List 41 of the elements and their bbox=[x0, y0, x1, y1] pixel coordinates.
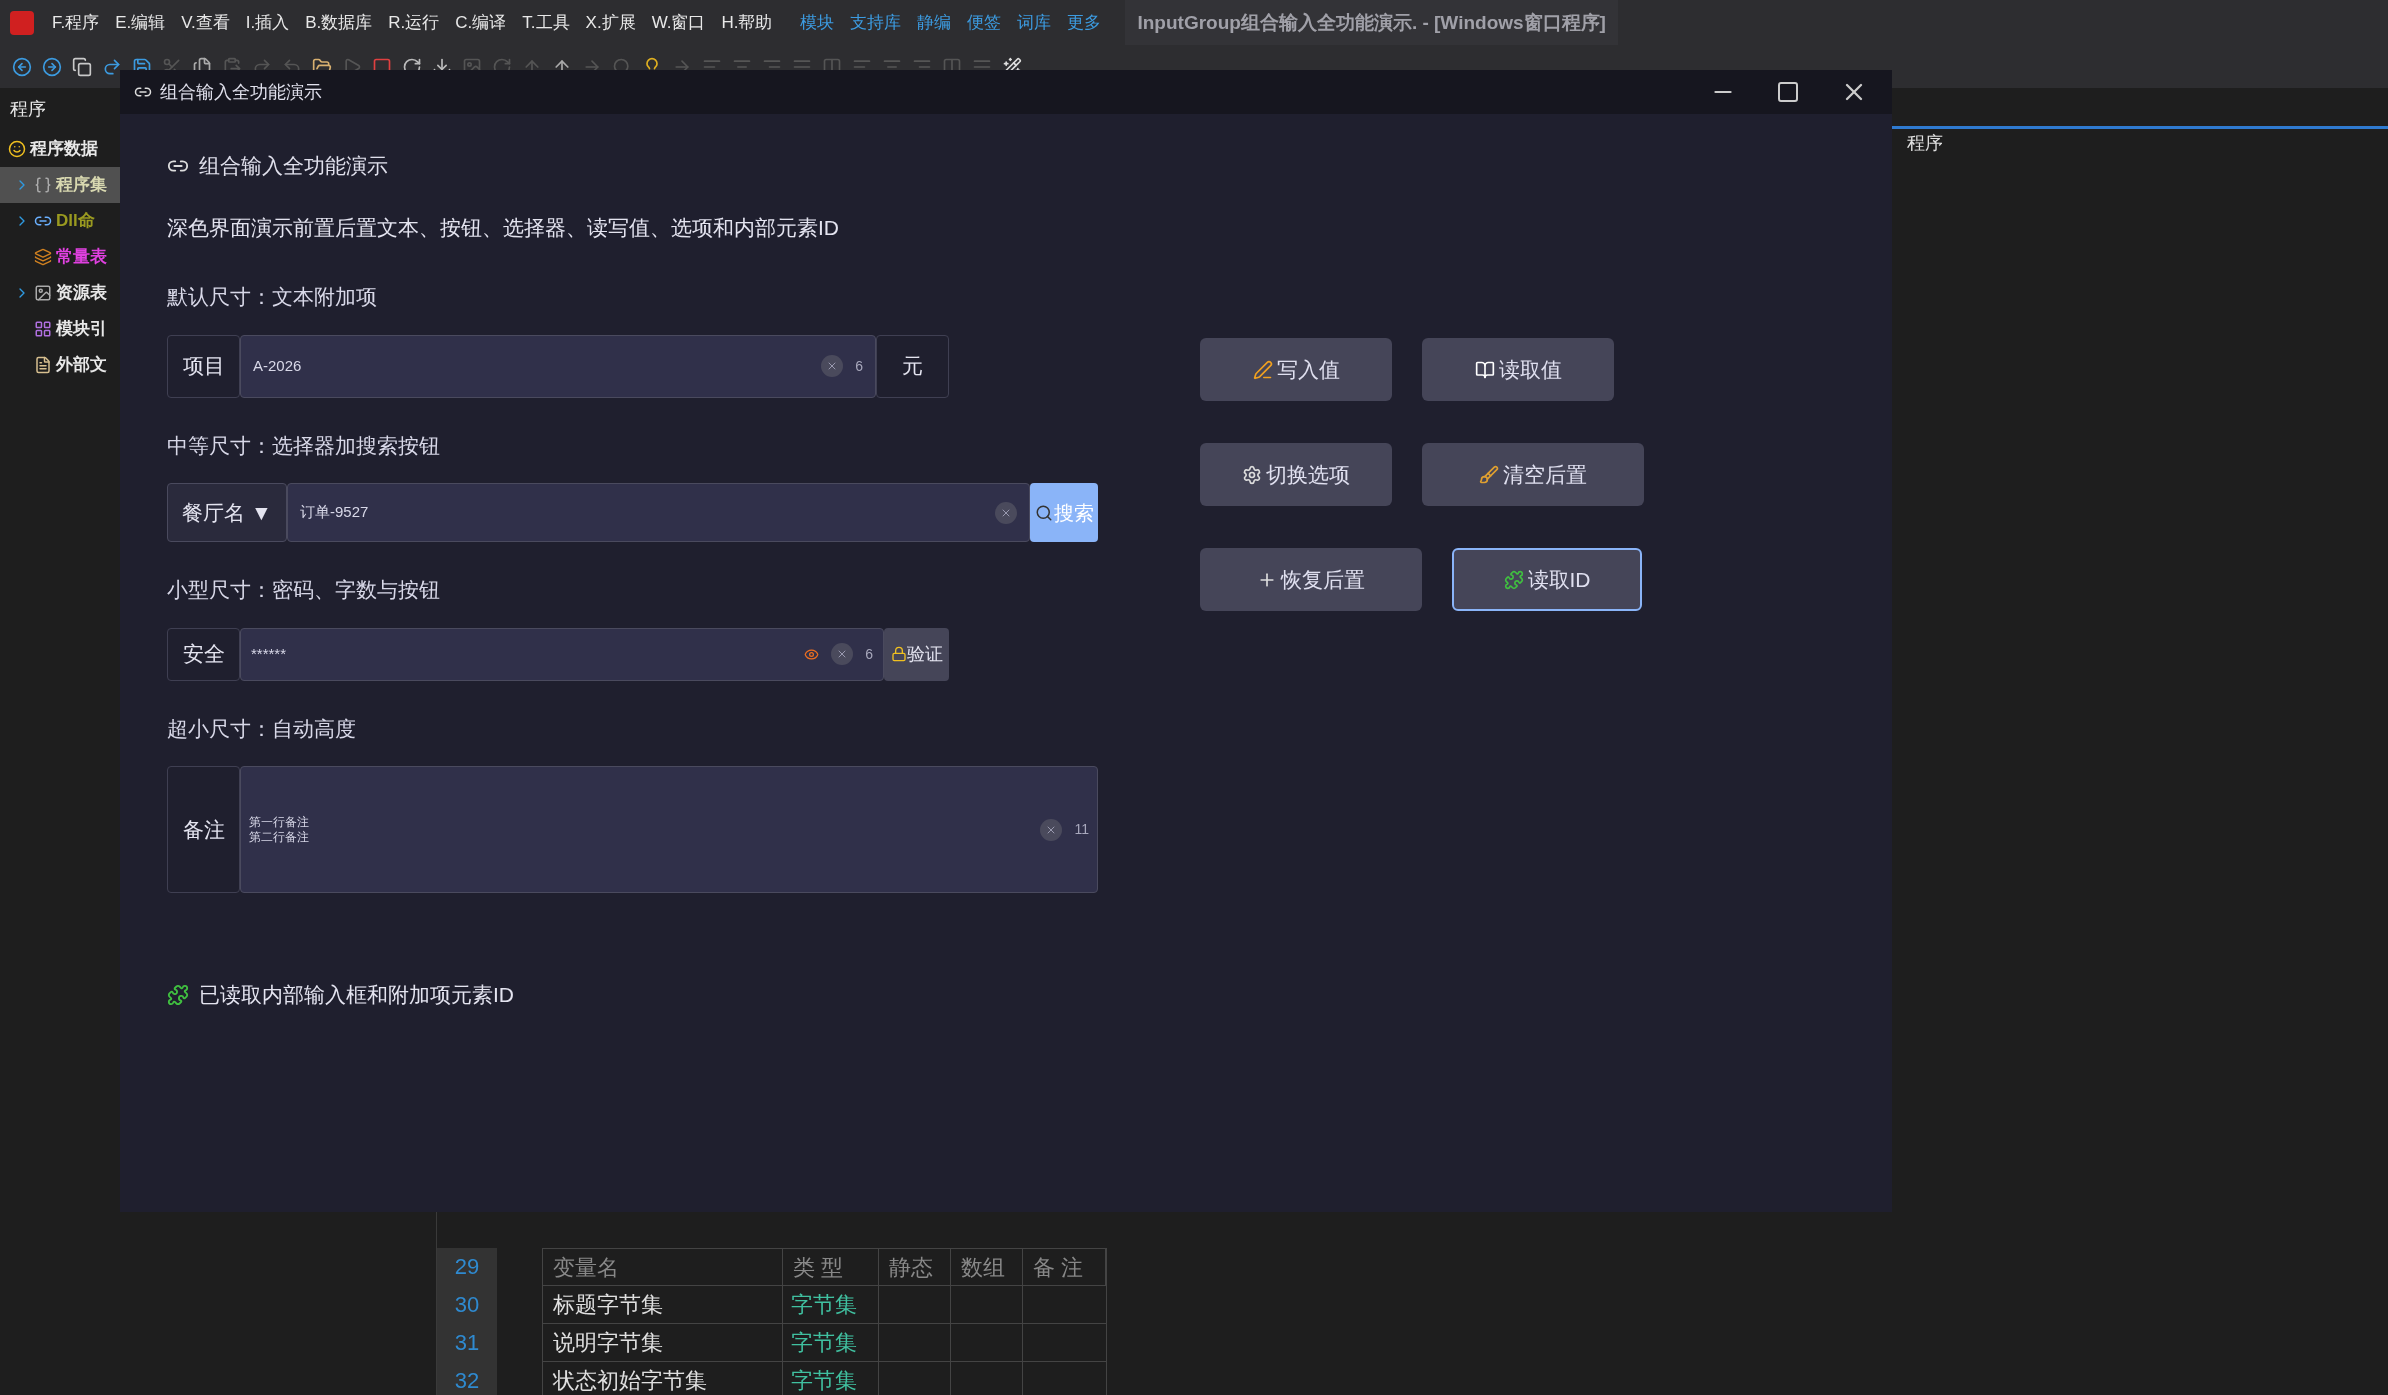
dialog-title: 组合输入全功能演示 bbox=[160, 80, 323, 104]
tree-label: 程序数据 bbox=[30, 138, 98, 161]
column-header: 静态 bbox=[879, 1249, 951, 1285]
table-cell: 标题字节集 bbox=[543, 1286, 783, 1323]
table-cell: 字节集 bbox=[783, 1286, 879, 1323]
panel-header: 程序 bbox=[10, 99, 46, 119]
text-line: 第一行备注 bbox=[249, 814, 310, 830]
table-cell: 字节集 bbox=[783, 1324, 879, 1361]
line-number: 32 bbox=[454, 1367, 480, 1395]
tree-label: 模块引 bbox=[56, 318, 107, 341]
tree-label: 程序集 bbox=[56, 174, 107, 197]
section-label: 默认尺寸：文本附加项 bbox=[167, 284, 378, 310]
column-header: 类 型 bbox=[783, 1249, 879, 1285]
addon-label: 备注 bbox=[167, 766, 240, 893]
line-number: 29 bbox=[454, 1253, 480, 1281]
tree-label: 资源表 bbox=[56, 282, 107, 305]
tree-label: 外部文 bbox=[56, 354, 107, 377]
addon-label: 安全 bbox=[167, 627, 240, 681]
line-number: 30 bbox=[454, 1291, 480, 1319]
column-header: 数组 bbox=[951, 1249, 1023, 1285]
description-text: 深色界面演示前置后置文本、按钮、选择器、读写值、选项和内部元素ID bbox=[167, 214, 840, 241]
window-title: InputGroup组合输入全功能演示. - [Windows窗口程序] bbox=[1125, 0, 1618, 45]
status-text: 已读取内部输入框和附加项元素ID bbox=[199, 982, 514, 1008]
table-cell: 说明字节集 bbox=[543, 1324, 783, 1361]
dialog-heading: 组合输入全功能演示 bbox=[199, 153, 388, 179]
tree-label: Dll命 bbox=[56, 210, 95, 233]
table-cell: 字节集 bbox=[783, 1362, 879, 1395]
section-label: 中等尺寸：选择器加搜索按钮 bbox=[167, 432, 441, 459]
char-count: 11 bbox=[1074, 820, 1089, 839]
tree-label: 常量表 bbox=[56, 246, 107, 269]
text-line: 第二行备注 bbox=[249, 829, 310, 845]
char-count: 6 bbox=[855, 356, 863, 376]
column-header: 备 注 bbox=[1023, 1249, 1106, 1285]
addon-label: 项目 bbox=[167, 334, 240, 398]
section-label: 超小尺寸：自动高度 bbox=[167, 715, 357, 742]
table-cell: 状态初始字节集 bbox=[543, 1362, 783, 1395]
line-number: 31 bbox=[454, 1329, 480, 1357]
addon-label: 元 bbox=[876, 334, 949, 398]
column-header: 变量名 bbox=[543, 1249, 783, 1285]
section-label: 小型尺寸：密码、字数与按钮 bbox=[167, 577, 441, 603]
char-count: 6 bbox=[865, 644, 873, 664]
